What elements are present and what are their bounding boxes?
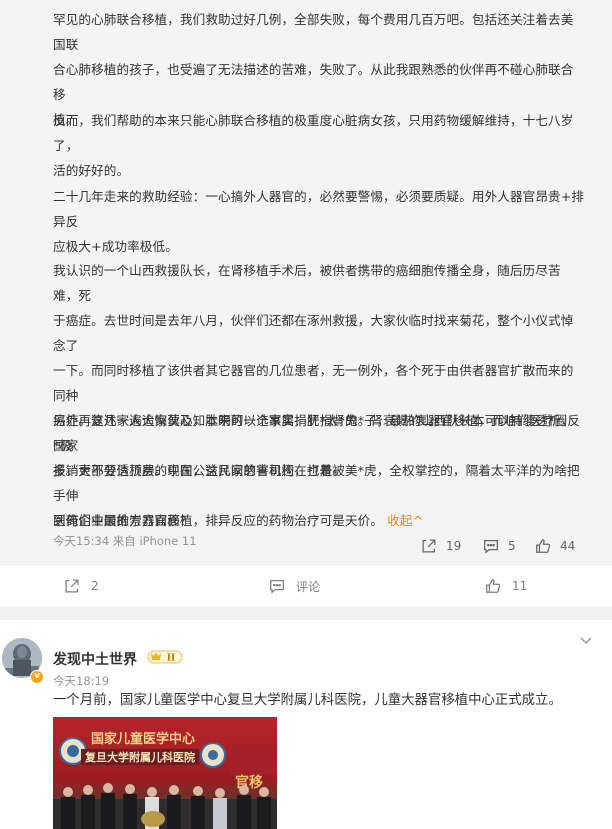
forward-count: 2	[91, 579, 99, 593]
feed-post: v 发现中土世界 II 今天18:19 一个月前，国家儿童医学中心复旦大学附属儿…	[0, 620, 612, 829]
reply-line: 应极大+成功率极低。	[53, 239, 178, 254]
reply-line: 一下。而同时移植了该供者其它器官的几位患者，无一例外，各个死于由供者器官扩散而来…	[53, 363, 574, 403]
photo-caption-1: 国家儿童医学中心	[91, 732, 196, 747]
chevron-down-icon[interactable]	[578, 632, 594, 648]
reply-line: 罕见的心肺联合移植，我们救助过好几例，全部失败，每个费用几百万吧。包括还关注着去…	[53, 12, 574, 52]
reply-line: 多。更不要信顶层的中国公益民间慈善机构，也是被美*虎，全权掌控的，隔着太平洋的为…	[53, 463, 580, 503]
share-icon	[422, 539, 436, 553]
username[interactable]: 发现中土世界	[53, 649, 137, 669]
reply-like-button[interactable]: 44	[534, 536, 575, 556]
post-text: 一个月前，国家儿童医学中心复旦大学附属儿科医院，儿童大器官移植中心正式成立。	[53, 693, 562, 708]
comment-icon	[484, 539, 498, 554]
reply-paragraph-6: 医药企业最推崇器官移植，排异反应的药物治疗可是天价。 收起^	[53, 508, 585, 533]
reply-like-count: 44	[560, 539, 576, 553]
reply-line: 于癌症。去世时间是去年八月，伙伴们还都在涿州救援，大家伙临时找来菊花，整个小仪式…	[53, 313, 574, 353]
reply-comment-button[interactable]: 5	[482, 536, 516, 556]
post-action-bar: 2 评论 11	[0, 564, 612, 606]
reply-forward-button[interactable]: 19	[420, 536, 461, 556]
reply-line: 医药企业最推崇器官移植，排异反应的药物治疗可是天价。	[53, 513, 384, 528]
reply-line: 另外再复述一遍大家伙心知肚明的一个事实：犹*太*鬼*子，最热衷器官移植，而咱们医…	[53, 413, 580, 453]
post-time: 今天18:19	[53, 674, 110, 688]
comment-button[interactable]: 评论	[268, 577, 320, 595]
share-icon	[65, 579, 79, 593]
collapse-link[interactable]: 收起^	[387, 513, 423, 528]
thumbs-up-icon	[536, 539, 551, 553]
reply-meta: 今天15:34 来自 iPhone 11	[53, 534, 197, 548]
reply-line: 合心肺移植的孩子，也受遍了无法描述的苦难，失败了。从此我跟熟悉的伙伴再不碰心肺联…	[53, 62, 574, 102]
feed-divider	[0, 606, 612, 620]
reply-comment-count: 5	[508, 539, 516, 553]
reply-line: 我认识的一个山西救援队长，在肾移植手术后，被供者携带的癌细胞传播全身，随后历尽苦…	[53, 263, 561, 303]
photo-caption-2: 复旦大学附属儿科医院	[81, 749, 199, 765]
comment-label: 评论	[296, 579, 321, 594]
reply-line: 活的好好的。	[53, 163, 130, 178]
thumbs-up-icon	[486, 579, 501, 593]
people-silhouettes	[53, 783, 277, 829]
reply-paragraph-3: 二十几年走来的救助经验：一心搞外人器官的，必然要警惕，必须要质疑。用外人器官昂贵…	[53, 184, 585, 259]
reply-paragraph-2: 反而，我们帮助的本来只能心肺联合移植的极重度心脏病女孩，只用药物缓解维持，十七八…	[53, 108, 585, 183]
forward-button[interactable]: 2	[63, 577, 99, 595]
reply-forward-count: 19	[446, 539, 462, 553]
like-button[interactable]: 11	[484, 577, 527, 595]
crown-badge-icon[interactable]: II	[147, 649, 183, 665]
reply-line: 二十几年走来的救助经验：一心搞外人器官的，必然要警惕，必须要质疑。用外人器官昂贵…	[53, 189, 585, 229]
comment-icon	[270, 579, 284, 594]
verified-badge: v	[30, 670, 44, 684]
like-count: 11	[512, 579, 528, 593]
post-image[interactable]: 官移 国家儿童医学中心 复旦大学附属儿科医院	[53, 717, 277, 829]
rank-label: II	[167, 654, 175, 664]
reply-line: 反而，我们帮助的本来只能心肺联合移植的极重度心脏病女孩，只用药物缓解维持，十七八…	[53, 113, 574, 153]
reply-card: 罕见的心肺联合移植，我们救助过好几例，全部失败，每个费用几百万吧。包括还关注着去…	[0, 0, 612, 564]
